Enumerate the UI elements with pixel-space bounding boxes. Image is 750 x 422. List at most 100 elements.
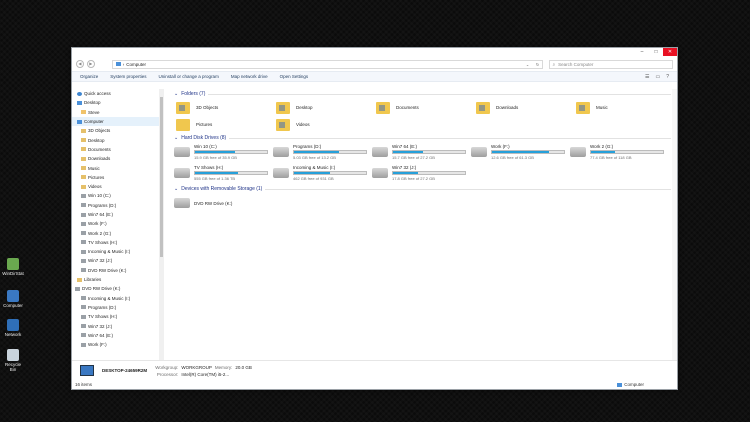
- drive-item[interactable]: TV Shows (H:) 555 GB free of 1.36 TB: [174, 164, 273, 182]
- sidebar-item[interactable]: Win7 32 (J:): [72, 256, 164, 265]
- sidebar-item[interactable]: Work 2 (G:): [72, 228, 164, 237]
- uninstall-program-button[interactable]: Uninstall or change a program: [159, 74, 219, 79]
- folder-item[interactable]: Downloads: [474, 99, 574, 116]
- address-text: Computer: [126, 61, 147, 67]
- drive-item[interactable]: Work (F:) 12.6 GB free of 61.3 GB: [471, 143, 570, 161]
- sidebar-item-label: Computer: [84, 119, 104, 125]
- help-icon[interactable]: ?: [666, 74, 669, 80]
- main-scrollbar[interactable]: [672, 89, 677, 360]
- drive-usage-fill: [591, 151, 616, 153]
- sidebar-item[interactable]: DVD RW Drive (K:): [72, 284, 164, 293]
- sidebar-item[interactable]: DVD RW Drive (K:): [72, 266, 164, 275]
- sidebar-item[interactable]: Work (F:): [72, 219, 164, 228]
- folder-item[interactable]: Documents: [374, 99, 474, 116]
- sidebar-item[interactable]: Desktop: [72, 135, 164, 144]
- back-button[interactable]: ◀: [76, 60, 84, 68]
- folder-item[interactable]: Desktop: [274, 99, 374, 116]
- recycle-bin-icon: [7, 349, 19, 361]
- folder-item[interactable]: Videos: [274, 116, 374, 133]
- sidebar-item[interactable]: TV Shows (H:): [72, 238, 164, 247]
- desktop-icon-windirstat[interactable]: WinDirStat: [2, 258, 24, 276]
- sidebar-item[interactable]: Videos: [72, 182, 164, 191]
- address-bar[interactable]: › Computer ⌄ ↻: [111, 59, 543, 69]
- sidebar-item[interactable]: Win7 64 (E:): [72, 210, 164, 219]
- sidebar-item-label: TV Shows (H:): [88, 239, 118, 245]
- dvd-drive-icon: [174, 198, 190, 208]
- drive-item[interactable]: Work 2 (G:) 77.4 GB free of 118 GB: [570, 143, 669, 161]
- drive-label: Programs (D:): [293, 144, 322, 149]
- drive-icon: [81, 249, 86, 254]
- drive-usage-fill: [492, 151, 549, 153]
- section-header-removable[interactable]: ⌄ Devices with Removable Storage (1): [174, 184, 677, 194]
- folder-item[interactable]: Pictures: [174, 116, 274, 133]
- drive-item[interactable]: Incoming & Music (I:) 462 GB free of 931 …: [273, 164, 372, 182]
- main-pane: ⌄ Folders (7) 3D Objects Desktop Documents…: [164, 89, 677, 360]
- sidebar-item[interactable]: Programs (D:): [72, 303, 164, 312]
- sidebar-item[interactable]: TV Shows (H:): [72, 312, 164, 321]
- sidebar-item[interactable]: Computer: [72, 116, 164, 127]
- folder-item[interactable]: Music: [574, 99, 674, 116]
- sidebar-item-label: Work 2 (G:): [88, 230, 112, 236]
- sidebar-item[interactable]: 3D Objects: [72, 126, 164, 135]
- removable-item[interactable]: DVD RW Drive (K:): [174, 194, 273, 212]
- sidebar-item[interactable]: Win 10 (C:): [72, 191, 164, 200]
- drives-grid: Win 10 (C:) 15.9 GB free of 35.9 GB Progra…: [174, 143, 677, 182]
- sidebar-item[interactable]: Quick access: [72, 89, 164, 98]
- desktop-icon-network[interactable]: Network: [2, 319, 24, 337]
- section-header-folders[interactable]: ⌄ Folders (7): [174, 89, 677, 99]
- drive-item[interactable]: Win 10 (C:) 15.9 GB free of 35.9 GB: [174, 143, 273, 161]
- folder-icon: [476, 101, 490, 114]
- folder-item[interactable]: 3D Objects: [174, 99, 274, 116]
- sidebar-item[interactable]: Downloads: [72, 154, 164, 163]
- desktop-icon-computer[interactable]: Computer: [2, 290, 24, 308]
- computer-icon: [77, 119, 82, 124]
- drive-item[interactable]: Win7 32 (J:) 17.8 GB free of 27.2 GB: [372, 164, 471, 182]
- chevron-down-icon[interactable]: ⌄: [524, 62, 532, 67]
- minimize-button[interactable]: –: [635, 48, 649, 56]
- system-properties-button[interactable]: System properties: [110, 74, 146, 79]
- drive-item[interactable]: Win7 64 (E:) 15.7 GB free of 27.2 GB: [372, 143, 471, 161]
- view-options-icon[interactable]: ☰: [645, 74, 649, 80]
- chevron-right-icon: ›: [122, 61, 125, 67]
- title-bar[interactable]: – □ ✕: [72, 48, 677, 57]
- refresh-icon[interactable]: ↻: [534, 62, 542, 67]
- drive-info: Work (F:) 12.6 GB free of 61.3 GB: [491, 144, 565, 160]
- section-header-drives[interactable]: ⌄ Hard Disk Drives (8): [174, 133, 677, 143]
- drive-usage-bar: [194, 171, 268, 175]
- sidebar-item[interactable]: Programs (D:): [72, 201, 164, 210]
- search-input[interactable]: ⌕ Search Computer: [548, 59, 673, 69]
- desktop-icon-recycle-bin[interactable]: Recycle Bin: [2, 349, 24, 372]
- sidebar-item[interactable]: Music: [72, 163, 164, 172]
- sidebar-item[interactable]: Win7 64 (E:): [72, 331, 164, 340]
- sidebar-item-label: Music: [88, 165, 100, 171]
- sidebar-scroll-thumb[interactable]: [160, 97, 163, 257]
- forward-button[interactable]: ▶: [86, 60, 95, 68]
- sidebar-item[interactable]: Pictures: [72, 173, 164, 182]
- sidebar-item[interactable]: Win7 32 (J:): [72, 321, 164, 330]
- sidebar-item[interactable]: Incoming & Music (I:): [72, 294, 164, 303]
- maximize-button[interactable]: □: [649, 48, 663, 56]
- sidebar-item[interactable]: Steve: [72, 108, 164, 117]
- close-button[interactable]: ✕: [663, 48, 677, 56]
- sidebar-item[interactable]: Documents: [72, 145, 164, 154]
- sidebar-item-label: Downloads: [88, 156, 111, 162]
- sidebar-item-label: Quick access: [84, 91, 111, 97]
- map-network-drive-button[interactable]: Map network drive: [231, 74, 268, 79]
- organize-button[interactable]: Organize: [80, 74, 98, 79]
- sidebar-item[interactable]: Libraries: [72, 275, 164, 284]
- user-folder-icon: [81, 110, 86, 115]
- open-settings-button[interactable]: Open Settings: [280, 74, 309, 79]
- sidebar-item[interactable]: Work (F:): [72, 340, 164, 349]
- hard-drive-icon: [372, 168, 388, 178]
- preview-pane-icon[interactable]: ▭: [655, 74, 660, 80]
- sidebar-item-label: Incoming & Music (I:): [88, 295, 131, 301]
- folder-icon: [276, 101, 290, 114]
- drive-item[interactable]: Programs (D:) 5.03 GB free of 13.2 GB: [273, 143, 372, 161]
- sidebar-item[interactable]: Incoming & Music (I:): [72, 247, 164, 256]
- drive-icon: [81, 193, 86, 198]
- chevron-down-icon: ⌄: [174, 186, 179, 192]
- details-pane: DESKTOP-24659R2M Workgroup: WORKGROUP Me…: [72, 360, 677, 380]
- drive-usage-bar: [293, 171, 367, 175]
- sidebar-item[interactable]: Desktop: [72, 98, 164, 107]
- drive-info: Win7 64 (E:) 15.7 GB free of 27.2 GB: [392, 144, 466, 160]
